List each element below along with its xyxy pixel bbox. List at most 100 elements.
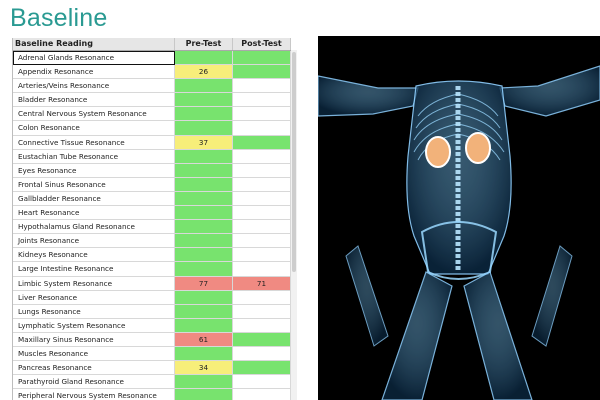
reading-name-cell[interactable]: Eustachian Tube Resonance [13, 149, 175, 164]
pre-test-cell[interactable] [175, 375, 233, 390]
pre-test-cell[interactable] [175, 79, 233, 94]
reading-name-cell[interactable]: Muscles Resonance [13, 346, 175, 362]
table-row[interactable]: Pancreas Resonance 34 [13, 361, 291, 376]
reading-name-cell[interactable]: Kidneys Resonance [13, 248, 175, 263]
header-pre-test[interactable]: Pre-Test [175, 38, 233, 50]
reading-name-cell[interactable]: Adrenal Glands Resonance [13, 51, 175, 66]
pre-test-cell[interactable] [175, 163, 233, 178]
reading-name-cell[interactable]: Lungs Resonance [13, 304, 175, 319]
reading-name-cell[interactable]: Liver Resonance [13, 290, 175, 305]
header-post-test[interactable]: Post-Test [233, 38, 291, 50]
post-test-cell[interactable] [233, 51, 291, 66]
baseline-grid[interactable]: Baseline Reading Pre-Test Post-Test Adre… [12, 38, 291, 400]
pre-test-cell[interactable] [175, 51, 233, 66]
table-row[interactable]: Adrenal Glands Resonance [13, 51, 291, 66]
table-row[interactable]: Joints Resonance [13, 234, 291, 249]
reading-name-cell[interactable]: Eyes Resonance [13, 163, 175, 178]
table-row[interactable]: Connective Tissue Resonance 37 [13, 135, 291, 150]
post-test-cell[interactable] [233, 135, 291, 150]
reading-name-cell[interactable]: Pancreas Resonance [13, 361, 175, 376]
post-test-cell[interactable] [233, 346, 291, 362]
reading-name-cell[interactable]: Parathyroid Gland Resonance [13, 375, 175, 390]
pre-test-cell[interactable] [175, 389, 233, 400]
post-test-cell[interactable] [233, 389, 291, 400]
post-test-cell[interactable] [233, 121, 291, 136]
table-row[interactable]: Liver Resonance [13, 290, 291, 305]
pre-test-cell[interactable] [175, 191, 233, 207]
reading-name-cell[interactable]: Large Intestine Resonance [13, 262, 175, 277]
post-test-cell[interactable] [233, 107, 291, 122]
pre-test-cell[interactable] [175, 149, 233, 164]
table-row[interactable]: Peripheral Nervous System Resonance [13, 389, 291, 400]
pre-test-cell[interactable]: 61 [175, 332, 233, 347]
reading-name-cell[interactable]: Hypothalamus Gland Resonance [13, 220, 175, 235]
post-test-cell[interactable] [233, 375, 291, 390]
post-test-cell[interactable] [233, 248, 291, 263]
post-test-cell[interactable] [233, 262, 291, 277]
reading-name-cell[interactable]: Colon Resonance [13, 121, 175, 136]
reading-name-cell[interactable]: Connective Tissue Resonance [13, 135, 175, 150]
table-row[interactable]: Appendix Resonance 26 [13, 65, 291, 80]
table-row[interactable]: Parathyroid Gland Resonance [13, 375, 291, 390]
pre-test-cell[interactable] [175, 346, 233, 362]
reading-name-cell[interactable]: Lymphatic System Resonance [13, 318, 175, 333]
reading-name-cell[interactable]: Gallbladder Resonance [13, 191, 175, 207]
post-test-cell[interactable] [233, 191, 291, 207]
pre-test-cell[interactable] [175, 262, 233, 277]
pre-test-cell[interactable] [175, 248, 233, 263]
grid-scrollbar-thumb[interactable] [292, 52, 296, 272]
table-row[interactable]: Central Nervous System Resonance [13, 107, 291, 122]
reading-name-cell[interactable]: Heart Resonance [13, 206, 175, 221]
post-test-cell[interactable] [233, 149, 291, 164]
post-test-cell[interactable] [233, 177, 291, 192]
pre-test-cell[interactable] [175, 318, 233, 333]
table-row[interactable]: Maxillary Sinus Resonance 61 [13, 332, 291, 347]
post-test-cell[interactable] [233, 206, 291, 221]
reading-name-cell[interactable]: Bladder Resonance [13, 93, 175, 108]
table-row[interactable]: Colon Resonance [13, 121, 291, 136]
pre-test-cell[interactable]: 26 [175, 65, 233, 80]
reading-name-cell[interactable]: Maxillary Sinus Resonance [13, 332, 175, 347]
post-test-cell[interactable]: 71 [233, 276, 291, 291]
pre-test-cell[interactable] [175, 177, 233, 192]
pre-test-cell[interactable] [175, 234, 233, 249]
post-test-cell[interactable] [233, 234, 291, 249]
table-row[interactable]: Heart Resonance [13, 206, 291, 221]
pre-test-cell[interactable] [175, 304, 233, 319]
post-test-cell[interactable] [233, 318, 291, 333]
table-row[interactable]: Limbic System Resonance 77 71 [13, 276, 291, 291]
post-test-cell[interactable] [233, 304, 291, 319]
table-row[interactable]: Eyes Resonance [13, 163, 291, 178]
reading-name-cell[interactable]: Limbic System Resonance [13, 276, 175, 291]
table-row[interactable]: Kidneys Resonance [13, 248, 291, 263]
post-test-cell[interactable] [233, 332, 291, 347]
reading-name-cell[interactable]: Joints Resonance [13, 234, 175, 249]
table-row[interactable]: Frontal Sinus Resonance [13, 177, 291, 192]
post-test-cell[interactable] [233, 79, 291, 94]
pre-test-cell[interactable]: 34 [175, 361, 233, 376]
table-row[interactable]: Large Intestine Resonance [13, 262, 291, 277]
post-test-cell[interactable] [233, 93, 291, 108]
table-row[interactable]: Arteries/Veins Resonance [13, 79, 291, 94]
post-test-cell[interactable] [233, 220, 291, 235]
table-row[interactable]: Hypothalamus Gland Resonance [13, 220, 291, 235]
reading-name-cell[interactable]: Frontal Sinus Resonance [13, 177, 175, 192]
table-row[interactable]: Muscles Resonance [13, 346, 291, 362]
reading-name-cell[interactable]: Peripheral Nervous System Resonance [13, 389, 175, 400]
reading-name-cell[interactable]: Central Nervous System Resonance [13, 107, 175, 122]
pre-test-cell[interactable] [175, 206, 233, 221]
pre-test-cell[interactable]: 77 [175, 276, 233, 291]
table-row[interactable]: Lungs Resonance [13, 304, 291, 319]
pre-test-cell[interactable]: 37 [175, 135, 233, 150]
table-row[interactable]: Gallbladder Resonance [13, 191, 291, 207]
table-row[interactable]: Lymphatic System Resonance [13, 318, 291, 333]
pre-test-cell[interactable] [175, 121, 233, 136]
pre-test-cell[interactable] [175, 107, 233, 122]
post-test-cell[interactable] [233, 361, 291, 376]
post-test-cell[interactable] [233, 163, 291, 178]
post-test-cell[interactable] [233, 290, 291, 305]
pre-test-cell[interactable] [175, 220, 233, 235]
post-test-cell[interactable] [233, 65, 291, 80]
header-baseline-reading[interactable]: Baseline Reading [13, 38, 175, 50]
table-row[interactable]: Eustachian Tube Resonance [13, 149, 291, 164]
